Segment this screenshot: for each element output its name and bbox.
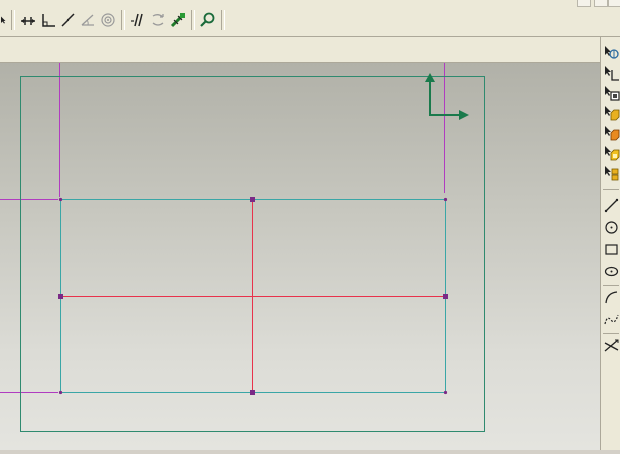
parallel-icon[interactable]	[128, 9, 148, 31]
trim-tool-icon[interactable]	[603, 337, 620, 354]
extrude-icon[interactable]	[603, 105, 620, 122]
toolbar-separator	[121, 10, 125, 30]
select-face-icon[interactable]	[603, 85, 620, 102]
line-tool-icon[interactable]	[603, 197, 620, 214]
axis-triad-icon	[425, 73, 469, 120]
toolbar-separator	[603, 189, 619, 190]
toolbar-separator	[603, 285, 619, 286]
restore-control[interactable]	[594, 0, 608, 7]
minimize-control[interactable]	[577, 0, 591, 7]
rotate-view-icon[interactable]	[603, 45, 620, 62]
toolbar-separator	[603, 333, 619, 334]
mirror-icon[interactable]	[148, 9, 168, 31]
sketch-plane-icon[interactable]	[603, 65, 620, 82]
toolbar-separator	[221, 10, 225, 30]
rectangle-tool-icon[interactable]	[603, 241, 620, 258]
vertex-bottom-left[interactable]	[58, 390, 63, 395]
right-toolbar	[600, 37, 620, 450]
arc-tool-icon[interactable]	[603, 289, 620, 306]
circle-tool-icon[interactable]	[603, 219, 620, 236]
perpendicular-constraint-icon[interactable]	[38, 9, 58, 31]
revolve-icon[interactable]	[603, 125, 620, 142]
sketch-svg	[0, 63, 485, 432]
vertex-top-left[interactable]	[58, 197, 63, 202]
cursor-icon[interactable]	[0, 9, 8, 31]
toolbar-separator	[191, 10, 195, 30]
horizontal-constraint-icon[interactable]	[18, 9, 38, 31]
close-control[interactable]	[608, 0, 620, 7]
spline-tool-icon[interactable]	[603, 311, 620, 328]
midpoint-bottom[interactable]	[250, 390, 255, 395]
midpoint-left[interactable]	[58, 294, 63, 299]
sketch-canvas[interactable]	[0, 63, 600, 450]
midpoint-top[interactable]	[250, 197, 255, 202]
dimension-icon[interactable]	[168, 9, 188, 31]
secondary-toolbar	[0, 37, 600, 63]
line-icon[interactable]	[58, 9, 78, 31]
concentric-icon[interactable]	[98, 9, 118, 31]
shell-icon[interactable]	[603, 145, 620, 162]
top-toolbar	[0, 0, 620, 37]
midpoint-right[interactable]	[443, 294, 448, 299]
angle-icon[interactable]	[78, 9, 98, 31]
vertex-top-right[interactable]	[443, 197, 448, 202]
ellipse-tool-icon[interactable]	[603, 263, 620, 280]
zoom-icon[interactable]	[198, 9, 218, 31]
toolbar-separator	[11, 10, 15, 30]
pattern-icon[interactable]	[603, 165, 620, 182]
vertex-bottom-right[interactable]	[443, 390, 448, 395]
